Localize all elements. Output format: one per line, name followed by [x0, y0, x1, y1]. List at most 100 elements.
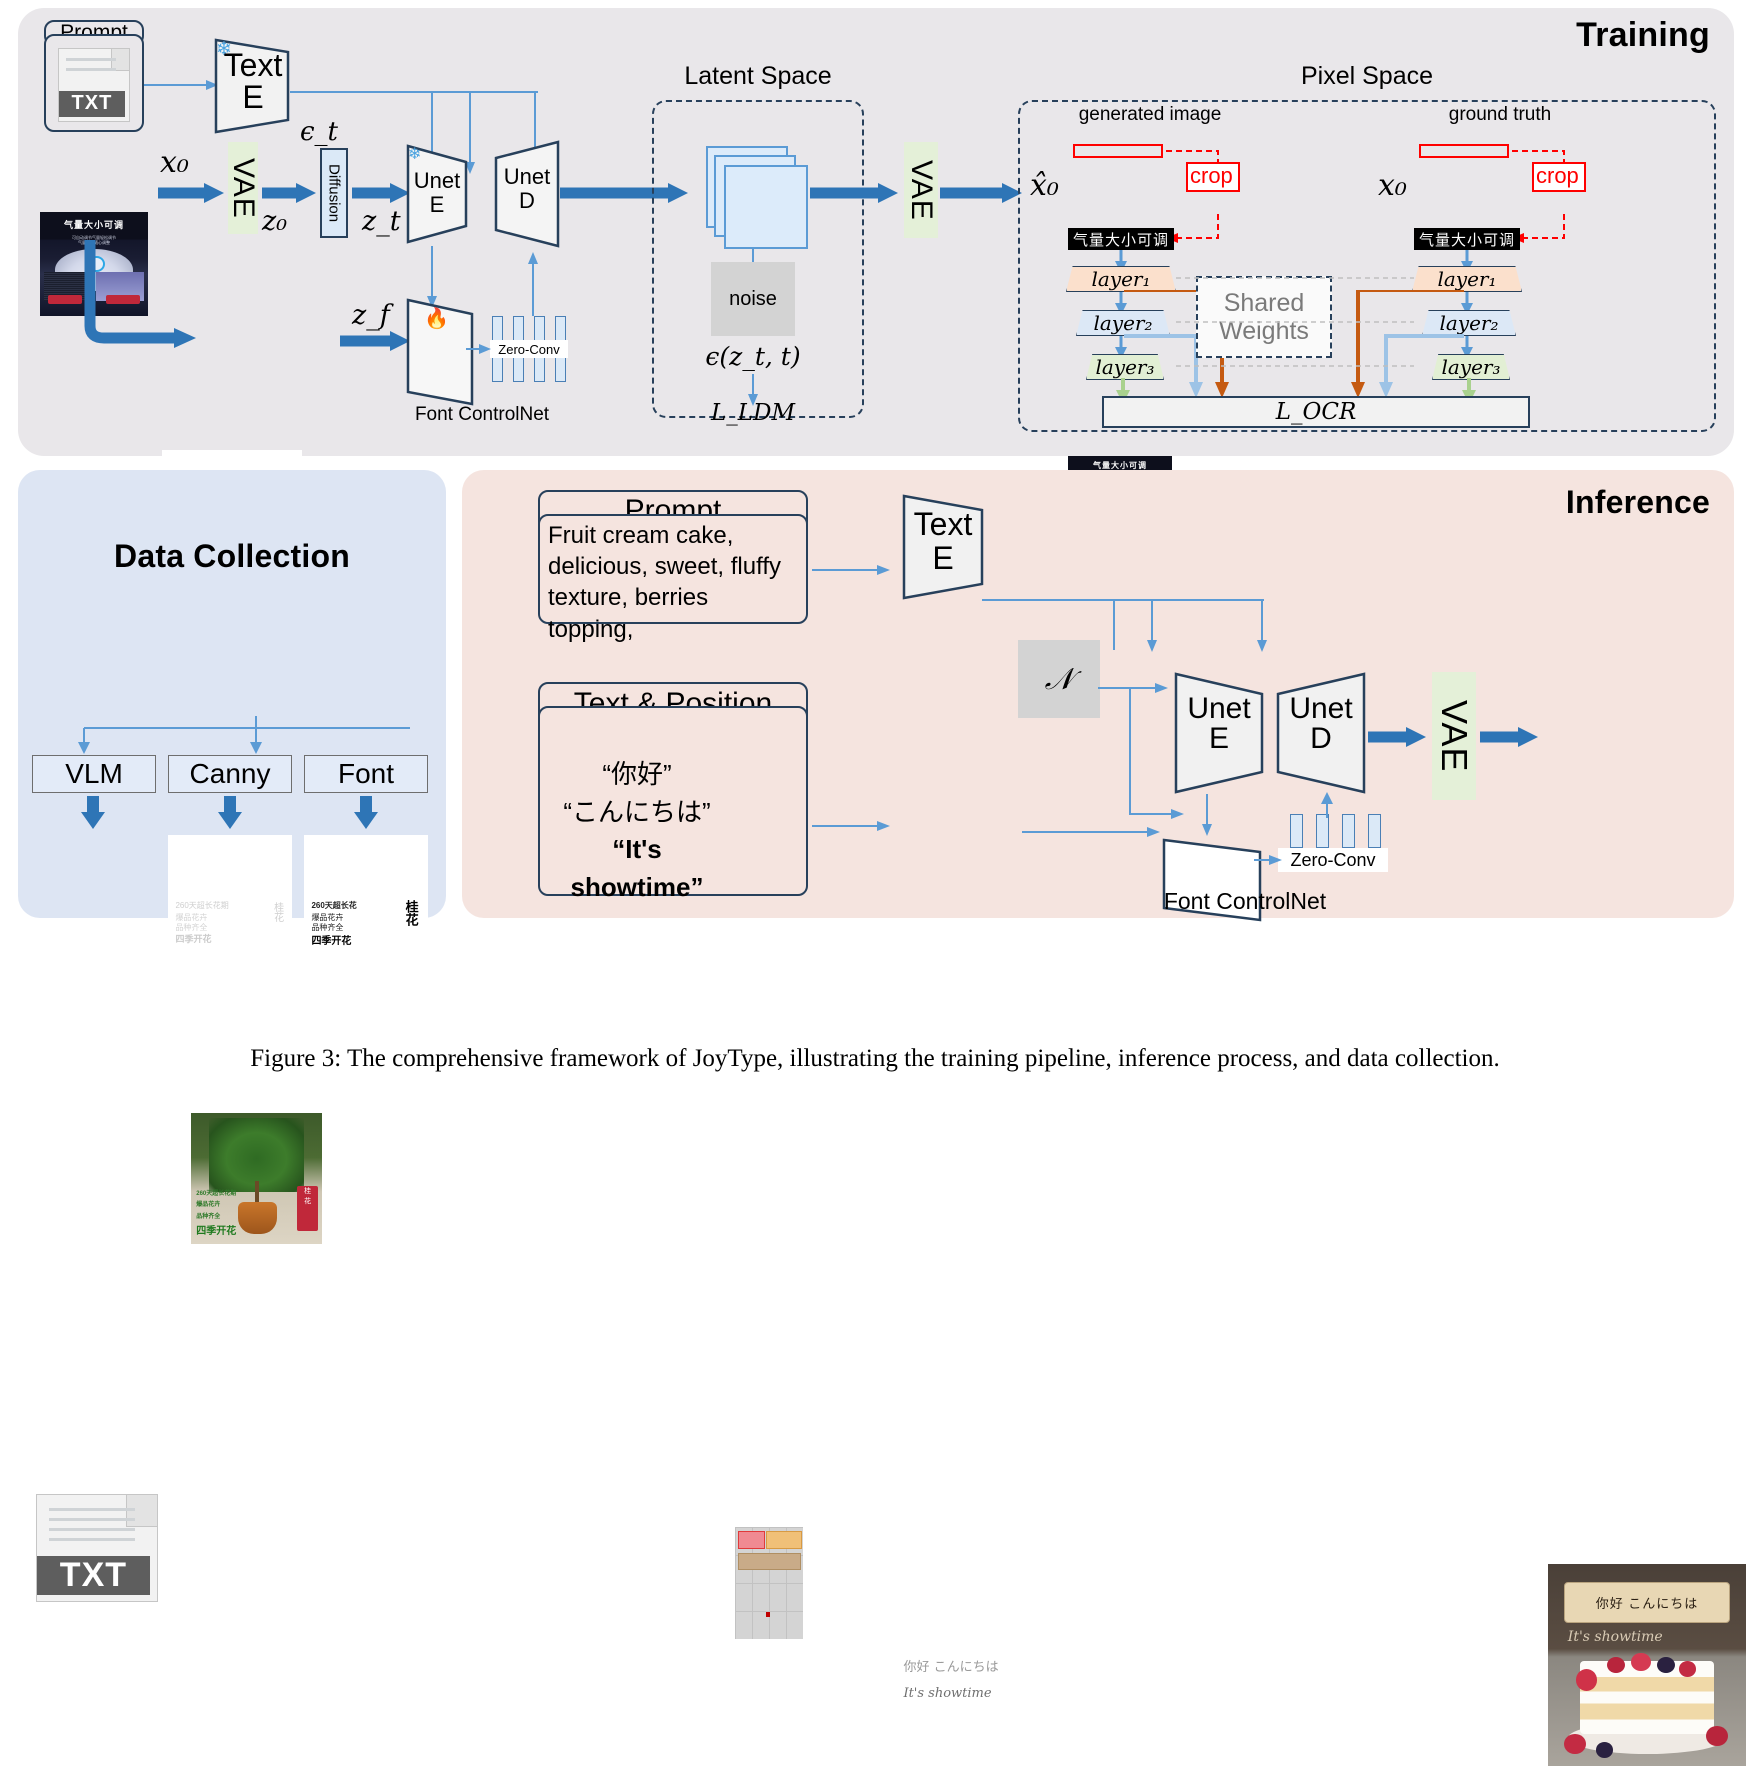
arrow-inference-controlnet-to-zeroconv: [1254, 855, 1282, 865]
training-unet-decoder-line2: D: [519, 188, 535, 213]
position-box-brown: [738, 1552, 801, 1570]
symbol-zf: z_f: [352, 300, 390, 331]
diffusion-label: Diffusion: [325, 163, 343, 223]
arrow-vlm-down: [81, 796, 105, 829]
glyph-canvas: 你好 こんにちは It's showtime: [896, 1639, 1020, 1757]
plant-feature-0: 260天超长花期: [196, 1190, 237, 1197]
result-berry: [1595, 1741, 1614, 1758]
training-panel-title: Training: [1576, 16, 1710, 54]
flame-icon: 🔥: [424, 308, 449, 330]
arrow-zeroconv-to-unet-decoder: [528, 252, 538, 316]
text-position-item-2: “It's showtime”: [570, 834, 704, 903]
generated-image-crop-rect: [1073, 144, 1163, 158]
symbol-x0: x₀: [160, 145, 189, 180]
training-font-controlnet-label: Font ControlNet: [414, 404, 550, 425]
zero-conv-tick: [1290, 814, 1303, 848]
arrow-controlnet-to-zeroconv: [466, 344, 491, 354]
text-encoder-line1: Text: [223, 47, 283, 83]
ground-truth-caption: ground truth: [1448, 104, 1552, 125]
arrow-x0-to-vae: [158, 183, 224, 203]
latent-space-title: Latent Space: [652, 62, 864, 91]
symbol-x0-gt: x₀: [1378, 168, 1407, 203]
position-box-orange: [766, 1531, 802, 1550]
data-collection-source-image: 桂花 260天超长花期 爆品花卉 品种齐全 四季开花: [191, 1113, 322, 1244]
vlm-txt-document-icon: TXT: [36, 1494, 158, 1602]
inference-unet-encoder-line1: Unet: [1187, 692, 1251, 725]
arrow-unet-encoder-to-controlnet-inference: [1202, 794, 1212, 836]
font-text-4: 桂花: [403, 899, 419, 926]
text-position-items: “你好” “こんにちは” “It's showtime”: [546, 756, 728, 907]
txt-badge: TXT: [37, 1556, 150, 1595]
ground-truth-crop-rect: [1419, 144, 1509, 158]
figure-caption: Figure 3: The comprehensive framework of…: [250, 1045, 1500, 1072]
text-position-item-1: “こんにちは”: [563, 796, 711, 827]
branch-font-label: Font: [337, 758, 395, 789]
prompt-txt-document-icon: TXT: [58, 48, 130, 122]
layer1-left: layer₁: [1066, 266, 1176, 292]
training-vae-encoder: VAE: [227, 142, 260, 234]
inference-unet-decoder-line1: Unet: [1289, 692, 1353, 725]
arrow-canny-down: [218, 796, 242, 829]
branch-canny-label: Canny: [189, 758, 271, 789]
plant-tagline: 四季开花: [196, 1226, 237, 1238]
font-output-image: 260天超长花 爆品花卉 品种齐全 四季开花 桂花: [304, 835, 428, 947]
noise-symbol: 𝒩: [1044, 661, 1074, 697]
training-zero-conv-label: Zero-Conv: [490, 340, 568, 358]
inference-vae: VAE: [1432, 672, 1476, 800]
branch-canny[interactable]: Canny: [168, 755, 292, 793]
position-box-red: [737, 1531, 765, 1550]
ocr-loss-label: L_OCR: [1275, 399, 1357, 425]
canny-text-1: 爆品花卉: [175, 912, 208, 922]
arrow-vae-to-pixel-space: [940, 183, 1022, 203]
arrow-font-down: [354, 796, 378, 829]
arrow-glyph-to-controlnet: [1022, 827, 1160, 837]
result-berry: [1563, 1733, 1586, 1754]
training-unet-encoder-line1: Unet: [413, 168, 461, 193]
branch-vlm[interactable]: VLM: [32, 755, 156, 793]
zero-conv-tick: [534, 316, 545, 342]
symbol-zt: z_t: [362, 206, 401, 237]
symbol-z0: z₀: [262, 206, 288, 237]
crop-label-ground-truth: crop: [1532, 162, 1586, 192]
training-vae-decoder: VAE: [904, 142, 938, 238]
glyph-canvas-line-0: 你好 こんにちは: [903, 1659, 999, 1675]
arrow-inference-zeroconv-to-unet-decoder: [1321, 792, 1333, 818]
canny-text-4: 桂花: [271, 901, 283, 922]
result-berry: [1631, 1652, 1651, 1672]
arrow-vae-to-diffusion: [262, 183, 316, 203]
position-grid: [735, 1527, 803, 1639]
position-dot: [766, 1612, 770, 1617]
arrow-vae-to-result: [1480, 727, 1538, 747]
result-berry: [1706, 1725, 1729, 1746]
text-position-item-0: “你好”: [602, 759, 672, 789]
vae-label: VAE: [1434, 699, 1475, 773]
inference-prompt-text: Fruit cream cake, delicious, sweet, fluf…: [548, 522, 782, 643]
data-collection-fanout: [78, 716, 410, 754]
branch-font[interactable]: Font: [304, 755, 428, 793]
zero-conv-tick: [492, 356, 503, 382]
source-image-headline: 气量大小可调: [63, 220, 124, 231]
vae-label: VAE: [227, 157, 260, 219]
arrow-latent-to-vae-decoder: [810, 183, 898, 203]
zero-conv-tick: [1368, 814, 1381, 848]
zero-conv-tick: [513, 316, 524, 342]
ocr-loss-box: L_OCR: [1102, 396, 1530, 428]
text-encoder-line2: E: [242, 79, 264, 115]
vae-label: VAE: [905, 159, 938, 221]
zero-conv-tick: [492, 316, 503, 342]
plant-pot: [238, 1202, 278, 1234]
inference-font-controlnet-label: Font ControlNet: [1163, 888, 1327, 914]
plant-feature-list: 260天超长花期 爆品花卉 品种齐全: [196, 1189, 236, 1223]
inference-panel-title: Inference: [1565, 484, 1710, 520]
shared-weight-connectors: [1176, 277, 1414, 367]
result-berry: [1656, 1656, 1675, 1674]
data-collection-title: Data Collection: [114, 538, 350, 574]
noise-block: noise: [711, 262, 795, 336]
generated-image-caption: generated image: [1078, 104, 1222, 125]
ldm-loss-label: L_LDM: [710, 400, 796, 426]
font-text-0: 260天超长花: [311, 900, 357, 910]
layer1-right: layer₁: [1412, 266, 1522, 292]
txt-badge: TXT: [59, 90, 125, 117]
arrow-position-to-glyph-canvas: [812, 821, 890, 831]
plant-banner: 桂花: [297, 1186, 319, 1231]
